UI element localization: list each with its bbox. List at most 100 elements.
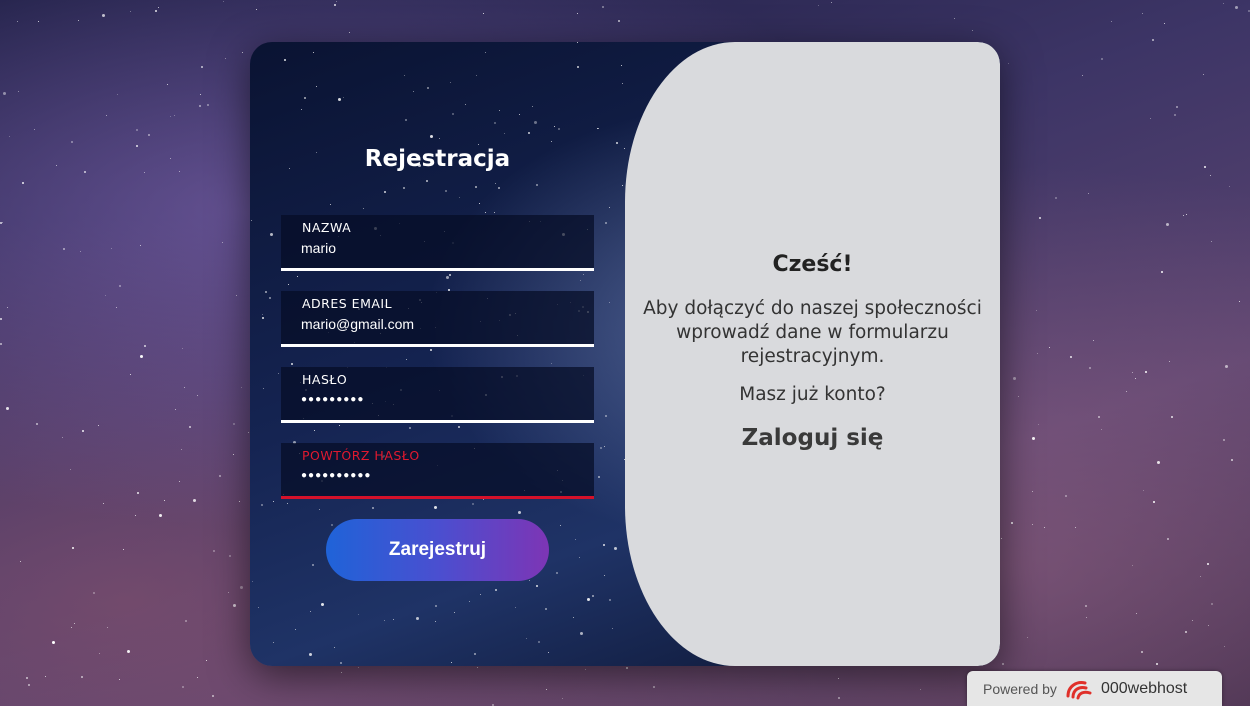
star bbox=[140, 245, 141, 246]
star bbox=[818, 5, 819, 6]
name-input[interactable] bbox=[301, 240, 581, 256]
star bbox=[341, 672, 342, 673]
star bbox=[1093, 340, 1094, 341]
star bbox=[920, 689, 921, 690]
star bbox=[164, 500, 165, 501]
star bbox=[239, 501, 240, 502]
password-field[interactable]: HASŁO bbox=[281, 367, 594, 423]
star bbox=[6, 407, 9, 410]
star bbox=[36, 423, 38, 425]
powered-by-text: Powered by bbox=[983, 680, 1057, 697]
star bbox=[80, 251, 81, 252]
star bbox=[831, 2, 832, 3]
star bbox=[197, 395, 198, 396]
star bbox=[182, 686, 184, 688]
star bbox=[71, 141, 73, 143]
star bbox=[1210, 175, 1211, 176]
star bbox=[135, 515, 136, 516]
star bbox=[20, 561, 21, 562]
star bbox=[225, 58, 226, 59]
star bbox=[1126, 391, 1127, 392]
star bbox=[140, 355, 143, 358]
star bbox=[78, 20, 79, 21]
star bbox=[1153, 501, 1155, 503]
repeat-password-input[interactable] bbox=[301, 470, 581, 481]
star bbox=[1001, 538, 1002, 539]
register-button[interactable]: Zarejestruj bbox=[326, 519, 549, 581]
star bbox=[206, 660, 207, 661]
star bbox=[1145, 371, 1147, 373]
star bbox=[93, 592, 95, 594]
webhost-name: 000webhost bbox=[1100, 679, 1188, 697]
star bbox=[103, 503, 104, 504]
welcome-heading: Cześć! bbox=[772, 252, 853, 277]
star bbox=[0, 318, 2, 320]
star bbox=[159, 514, 162, 517]
star bbox=[954, 18, 955, 19]
star bbox=[84, 171, 86, 173]
star bbox=[74, 623, 75, 624]
star bbox=[189, 426, 191, 428]
star bbox=[1167, 538, 1169, 540]
star bbox=[158, 7, 159, 8]
star bbox=[1223, 439, 1225, 441]
star bbox=[1089, 367, 1091, 369]
star bbox=[1032, 524, 1033, 525]
star bbox=[1208, 625, 1209, 626]
have-account-text: Masz już konto? bbox=[739, 384, 886, 405]
star bbox=[70, 469, 71, 470]
star bbox=[1211, 603, 1213, 605]
login-link[interactable]: Zaloguj się bbox=[625, 425, 1000, 451]
star bbox=[102, 14, 105, 17]
star bbox=[256, 9, 257, 10]
star bbox=[1136, 613, 1137, 614]
star bbox=[1141, 651, 1143, 653]
star bbox=[1085, 605, 1087, 607]
star bbox=[1166, 223, 1169, 226]
star bbox=[336, 1, 337, 2]
webhost-logo-icon bbox=[1066, 680, 1092, 699]
star bbox=[136, 129, 138, 131]
star bbox=[585, 669, 586, 670]
star bbox=[111, 248, 112, 249]
repeat-password-field[interactable]: POWTÓRZ HASŁO bbox=[281, 443, 594, 499]
star bbox=[3, 92, 6, 95]
star bbox=[174, 115, 175, 116]
star bbox=[105, 295, 106, 296]
star bbox=[82, 430, 84, 432]
registration-form: Rejestracja NAZWA ADRES EMAIL HASŁO POWT… bbox=[250, 42, 625, 666]
star bbox=[99, 653, 100, 654]
email-input[interactable] bbox=[301, 316, 581, 332]
star bbox=[148, 134, 150, 136]
star bbox=[1008, 63, 1009, 64]
star bbox=[119, 285, 121, 287]
star bbox=[7, 307, 8, 308]
star bbox=[116, 307, 117, 308]
welcome-panel: Cześć! Aby dołączyć do naszej społecznoś… bbox=[625, 42, 1000, 666]
star bbox=[1156, 663, 1158, 665]
star bbox=[184, 387, 185, 388]
star bbox=[1032, 491, 1033, 492]
star bbox=[602, 6, 604, 8]
name-field[interactable]: NAZWA bbox=[281, 215, 594, 271]
star bbox=[1101, 58, 1103, 60]
star bbox=[34, 129, 35, 130]
star bbox=[1135, 378, 1136, 379]
email-field[interactable]: ADRES EMAIL bbox=[281, 291, 594, 347]
star bbox=[248, 432, 249, 433]
form-title: Rejestracja bbox=[364, 146, 511, 172]
password-label: HASŁO bbox=[302, 372, 348, 387]
star bbox=[1142, 13, 1143, 14]
star bbox=[213, 550, 215, 552]
star bbox=[193, 499, 196, 502]
star bbox=[236, 295, 237, 296]
star bbox=[175, 409, 176, 410]
star bbox=[1027, 637, 1028, 638]
star bbox=[1164, 23, 1165, 24]
star bbox=[17, 21, 18, 22]
star bbox=[1157, 461, 1160, 464]
powered-by-badge[interactable]: Powered by 000webhost bbox=[967, 671, 1222, 706]
star bbox=[1070, 356, 1072, 358]
star bbox=[334, 4, 336, 6]
password-input[interactable] bbox=[301, 394, 581, 405]
